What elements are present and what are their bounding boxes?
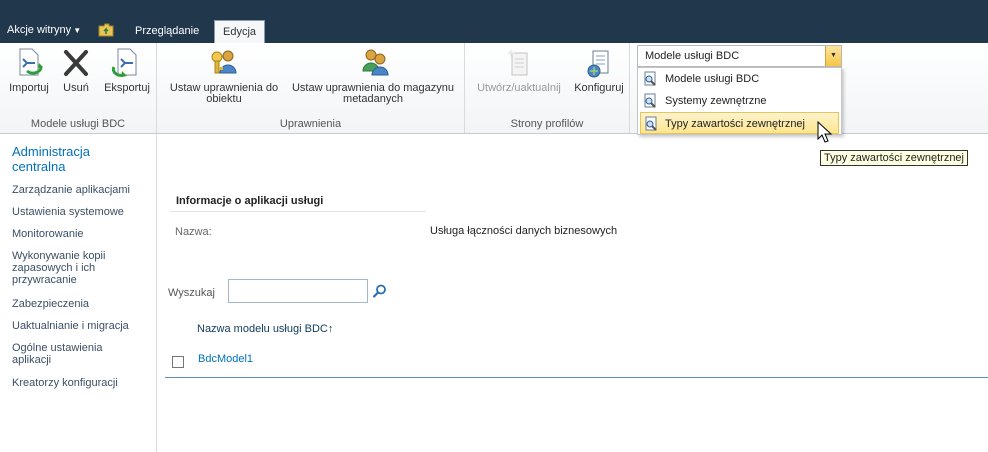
nav-item-configuration-wizards[interactable]: Kreatorzy konfiguracji (12, 377, 152, 389)
view-dropdown-value: Modele usługi BDC (645, 50, 740, 62)
tab-browse[interactable]: Przeglądanie (129, 20, 205, 43)
object-permissions-icon (211, 50, 237, 74)
search-label: Wyszukaj (168, 287, 215, 299)
create-upgrade-label: Utwórz/uaktualnij (477, 82, 561, 94)
option-label: Typy zawartości zewnętrznej (665, 118, 805, 130)
delete-label: Usuń (63, 82, 89, 94)
chevron-down-icon: ▼ (73, 26, 82, 35)
create-upgrade-icon (507, 49, 528, 76)
create-upgrade-button[interactable]: Utwórz/uaktualnij (469, 47, 569, 94)
site-actions-menu[interactable]: Akcje witryny ▼ (7, 24, 81, 36)
group-label-profile-pages: Strony profilów (510, 118, 584, 130)
column-header-bdc-model-name[interactable]: Nazwa modelu usługi BDC↑ (197, 323, 333, 335)
dropdown-option-external-systems[interactable]: Systemy zewnętrzne (638, 90, 841, 112)
row-checkbox[interactable] (172, 356, 184, 368)
chevron-down-icon[interactable]: ▼ (825, 46, 841, 66)
export-icon (111, 48, 137, 77)
ribbon-group-permissions: Ustaw uprawnienia do obiektu Ustaw upraw… (157, 43, 465, 133)
configure-icon (587, 50, 609, 78)
ribbon-group-profile-pages: Utwórz/uaktualnij Konfiguruj Strony prof… (465, 43, 630, 133)
table-row-link[interactable]: BdcModel1 (198, 353, 253, 365)
site-actions-label: Akcje witryny (7, 24, 72, 36)
export-button[interactable]: Eksportuj (100, 47, 154, 94)
search-icon[interactable] (373, 284, 387, 298)
set-metadata-permissions-button[interactable]: Ustaw uprawnienia do magazynu metadanych (287, 47, 459, 105)
ribbon-group-bdc-models: Importuj Usuń Eksportuj Modele usługi BD… (0, 43, 157, 133)
dropdown-option-external-content-types[interactable]: Typy zawartości zewnętrznej (640, 112, 839, 134)
nav-item-application-management[interactable]: Zarządzanie aplikacjami (12, 184, 152, 196)
import-icon (19, 48, 43, 76)
configure-button[interactable]: Konfiguruj (569, 47, 629, 94)
nav-heading-central-administration[interactable]: Administracja centralna (12, 144, 142, 174)
group-label-bdc-models: Modele usługi BDC (30, 118, 126, 130)
magnifier-document-icon (644, 71, 656, 86)
name-label: Nazwa: (175, 226, 212, 238)
configure-label: Konfiguruj (574, 82, 624, 94)
top-bar: Akcje witryny ▼ Przeglądanie Edycja (0, 0, 988, 43)
option-label: Systemy zewnętrzne (665, 95, 767, 107)
service-app-info-title: Informacje o aplikacji usługi (176, 195, 324, 207)
import-label: Importuj (9, 82, 49, 94)
mouse-cursor-icon (817, 121, 833, 143)
nav-item-monitoring[interactable]: Monitorowanie (12, 228, 152, 240)
metadata-permissions-icon (362, 49, 389, 76)
view-dropdown-list: Modele usługi BDC Systemy zewnętrzne Typ… (637, 67, 842, 135)
view-dropdown[interactable]: Modele usługi BDC ▼ (637, 45, 842, 67)
delete-button[interactable]: Usuń (58, 47, 94, 94)
delete-icon (64, 50, 88, 76)
tab-edit[interactable]: Edycja (214, 20, 265, 43)
name-value: Usługa łączności danych biznesowych (430, 225, 618, 237)
nav-item-general-app-settings[interactable]: Ogólne ustawienia aplikacji (12, 342, 132, 366)
nav-item-security[interactable]: Zabezpieczenia (12, 298, 152, 310)
nav-item-upgrade-migration[interactable]: Uaktualnianie i migracja (12, 320, 152, 332)
left-navigation: Administracja centralna Zarządzanie apli… (0, 134, 157, 452)
export-label: Eksportuj (104, 82, 150, 94)
magnifier-document-icon (644, 93, 656, 108)
import-button[interactable]: Importuj (6, 47, 52, 94)
set-object-permissions-button[interactable]: Ustaw uprawnienia do obiektu (161, 47, 287, 105)
group-label-permissions: Uprawnienia (279, 118, 342, 130)
tooltip: Typy zawartości zewnętrznej (820, 150, 968, 166)
magnifier-document-icon (645, 116, 657, 131)
set-metadata-permissions-label-line2: metadanych (343, 93, 403, 105)
nav-item-backup-restore[interactable]: Wykonywanie kopii zapasowych i ich przyw… (12, 250, 132, 286)
divider (170, 211, 426, 212)
nav-item-system-settings[interactable]: Ustawienia systemowe (12, 206, 152, 218)
navigate-up-folder-icon[interactable] (98, 23, 114, 37)
table-divider (165, 377, 988, 378)
option-label: Modele usługi BDC (665, 73, 760, 85)
set-object-permissions-label-line2: obiektu (206, 93, 242, 105)
search-input[interactable] (228, 279, 368, 303)
dropdown-option-bdc-models[interactable]: Modele usługi BDC (638, 68, 841, 90)
